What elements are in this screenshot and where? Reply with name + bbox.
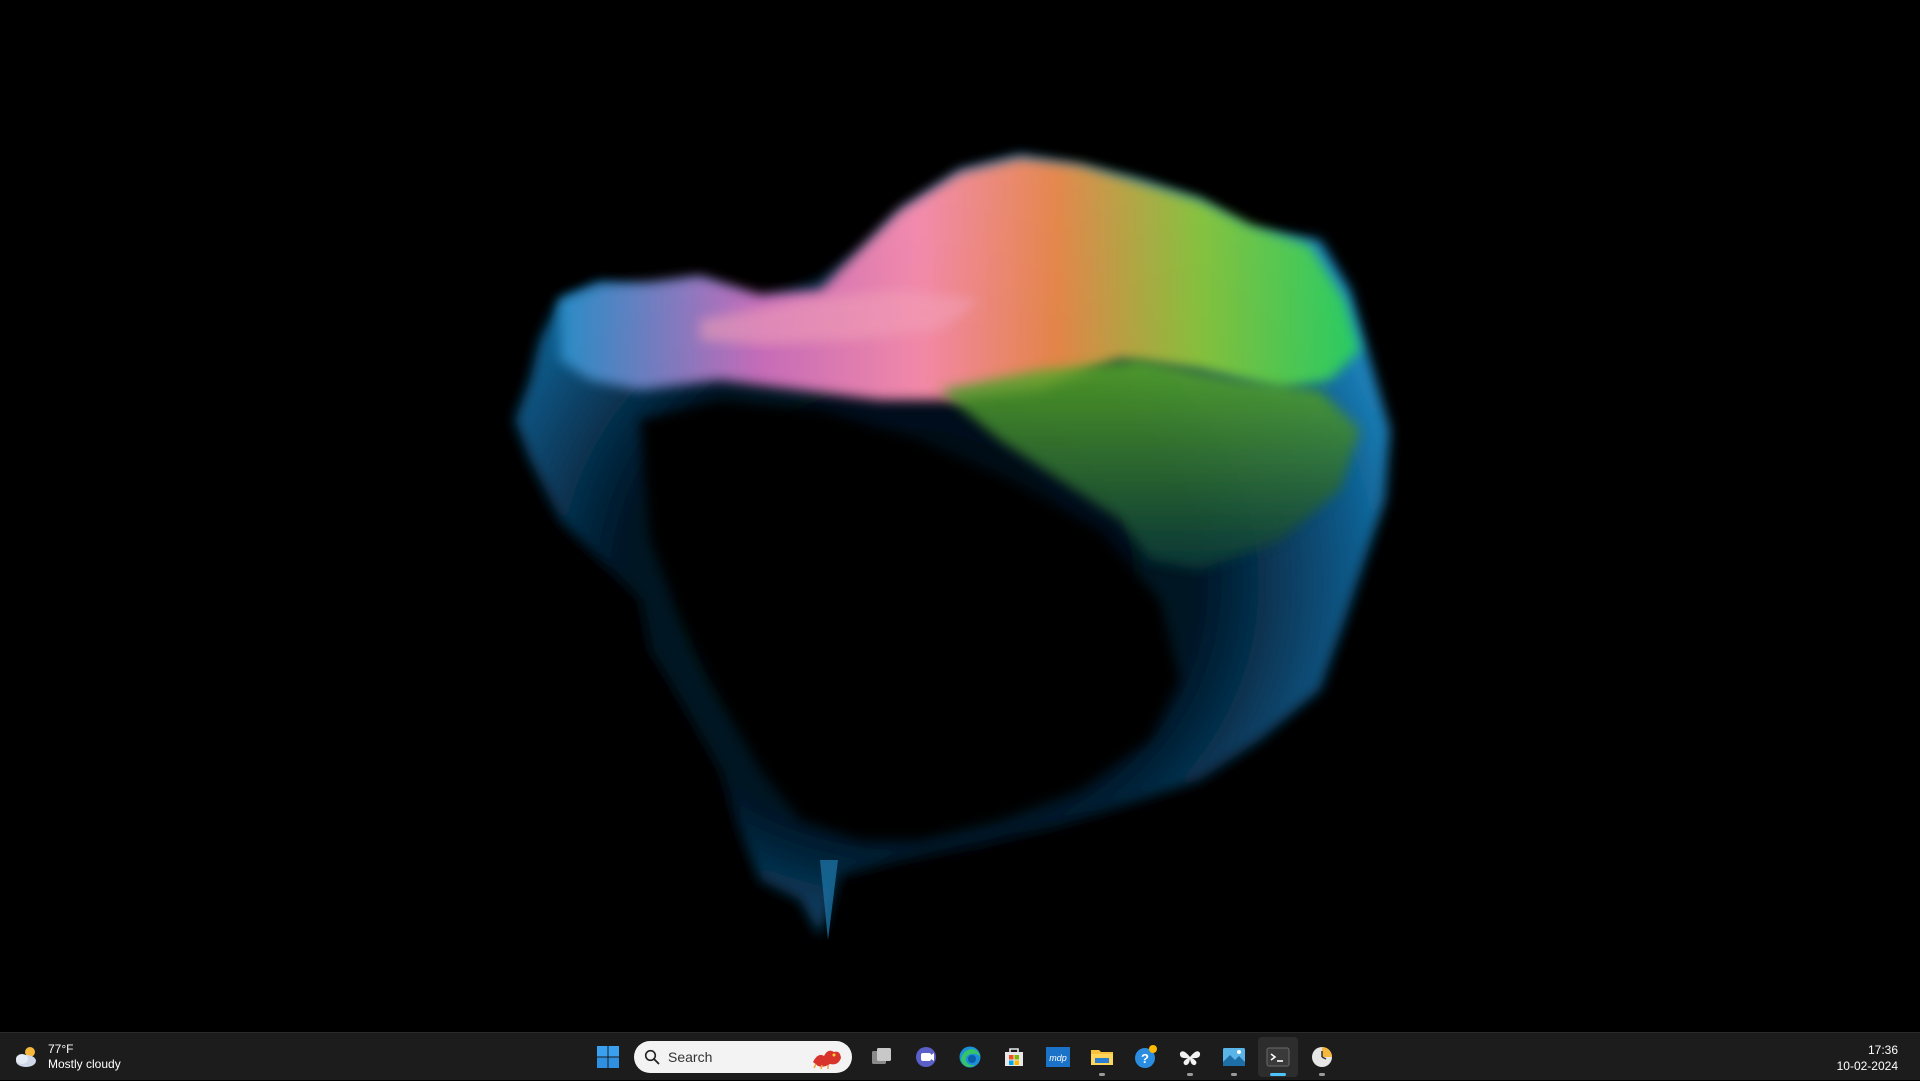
edge-button[interactable] bbox=[950, 1037, 990, 1077]
running-indicator bbox=[1319, 1073, 1325, 1076]
cloud-sun-icon bbox=[16, 1047, 36, 1067]
taskbar: 77°F Mostly cloudy Search mdp ? 17:36 10… bbox=[0, 1032, 1920, 1080]
svg-text:?: ? bbox=[1141, 1051, 1149, 1066]
search-icon bbox=[644, 1049, 660, 1065]
task-view-icon bbox=[872, 1048, 891, 1064]
search-placeholder: Search bbox=[668, 1049, 713, 1065]
windows-logo-icon bbox=[597, 1046, 619, 1068]
teams-chat-icon bbox=[916, 1047, 936, 1067]
search-input[interactable]: Search bbox=[634, 1041, 852, 1073]
file-explorer-button[interactable] bbox=[1082, 1037, 1122, 1077]
folder-icon bbox=[1091, 1050, 1113, 1065]
terminal-button[interactable] bbox=[1258, 1037, 1298, 1077]
running-indicator bbox=[1099, 1073, 1105, 1076]
taskbar-center-apps: Search mdp ? bbox=[586, 1033, 1344, 1081]
mdp-icon: mdp bbox=[1046, 1047, 1070, 1067]
desktop[interactable] bbox=[0, 0, 1920, 1032]
running-indicator bbox=[1187, 1073, 1193, 1076]
wallpaper-abstract-shape bbox=[515, 155, 1390, 940]
weather-condition: Mostly cloudy bbox=[48, 1057, 121, 1071]
teams-chat-button[interactable] bbox=[906, 1037, 946, 1077]
start-button[interactable] bbox=[588, 1037, 628, 1077]
clock-icon bbox=[1312, 1047, 1332, 1067]
butterfly-app-button[interactable] bbox=[1170, 1037, 1210, 1077]
edge-icon bbox=[959, 1046, 981, 1068]
clock-date: 10-02-2024 bbox=[1836, 1059, 1898, 1073]
system-clock[interactable]: 17:36 10-02-2024 bbox=[1837, 1042, 1898, 1074]
dragon-icon bbox=[813, 1050, 841, 1070]
photo-viewer-button[interactable] bbox=[1214, 1037, 1254, 1077]
terminal-icon bbox=[1266, 1047, 1290, 1067]
help-icon: ? bbox=[1135, 1045, 1157, 1068]
microsoft-store-icon bbox=[1005, 1048, 1023, 1066]
clock-app-button[interactable] bbox=[1302, 1037, 1342, 1077]
running-indicator-focused bbox=[1270, 1073, 1286, 1076]
running-indicator bbox=[1231, 1073, 1237, 1076]
weather-widget[interactable]: 77°F Mostly cloudy bbox=[12, 1039, 152, 1075]
weather-temperature: 77°F bbox=[48, 1042, 74, 1056]
butterfly-icon bbox=[1179, 1051, 1201, 1066]
clock-time: 17:36 bbox=[1867, 1043, 1898, 1057]
microsoft-store-button[interactable] bbox=[994, 1037, 1034, 1077]
task-view-button[interactable] bbox=[862, 1037, 902, 1077]
get-help-button[interactable]: ? bbox=[1126, 1037, 1166, 1077]
image-viewer-icon bbox=[1223, 1048, 1245, 1066]
svg-text:mdp: mdp bbox=[1049, 1053, 1067, 1063]
mdp-app-button[interactable]: mdp bbox=[1038, 1037, 1078, 1077]
